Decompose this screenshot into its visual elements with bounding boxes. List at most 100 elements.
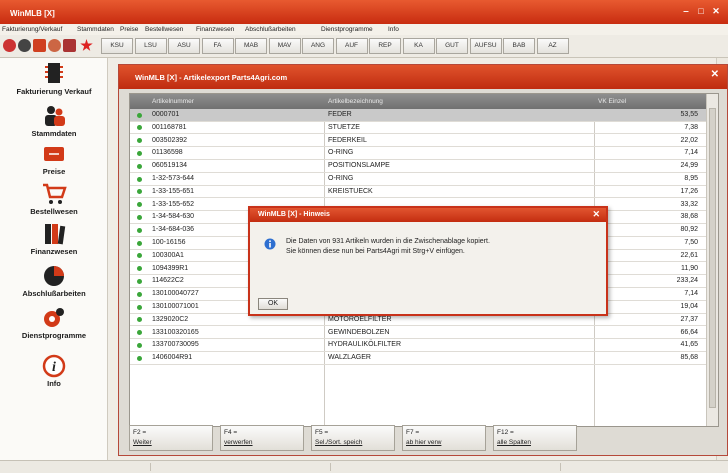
- close-icon[interactable]: ✕: [592, 209, 600, 220]
- menu-abschlussarbeiten[interactable]: Abschlußarbeiten: [245, 26, 296, 33]
- module-button-fa[interactable]: FA: [201, 38, 234, 54]
- sidebar-item-label: Stammdaten: [31, 129, 77, 138]
- ok-button[interactable]: OK: [258, 298, 288, 310]
- table-row[interactable]: 060519134 POSITIONSLAMPE 24,99: [130, 160, 706, 173]
- function-label: verwerfen: [224, 439, 253, 446]
- function-label: ab hier verw: [406, 439, 442, 446]
- cell-vk: 233,24: [676, 277, 698, 285]
- cell-artikelnummer: 1-32-573-644: [152, 175, 195, 182]
- module-button-mav[interactable]: MAV: [268, 38, 301, 54]
- status-divider: [330, 463, 331, 471]
- sidebar-item-label: Bestellwesen: [30, 207, 78, 216]
- star-icon[interactable]: [80, 39, 93, 51]
- status-dot-icon: [137, 291, 142, 297]
- window-title: WinMLB [X]: [10, 9, 55, 18]
- sidebar-item-fakturierung[interactable]: Fakturierung Verkauf: [0, 62, 108, 96]
- grid-scrollbar[interactable]: [706, 94, 718, 426]
- menu-dienstprogramme[interactable]: Dienstprogramme: [321, 26, 373, 33]
- table-row[interactable]: 0000701 FEDER 53,55: [130, 109, 706, 122]
- cell-bezeichnung: WALZLAGER: [328, 354, 371, 362]
- module-button-aufsu[interactable]: AUFSU: [469, 38, 502, 54]
- tools-icon: [44, 308, 64, 327]
- function-button-f12[interactable]: F12 = alle Spalten: [493, 425, 577, 451]
- statusbar: [0, 460, 728, 473]
- tool-icon-5[interactable]: [63, 39, 76, 52]
- maximize-icon[interactable]: □: [695, 5, 707, 17]
- status-dot-icon: [137, 202, 142, 208]
- table-row[interactable]: 133700730095 HYDRAULIKÖLFILTER 41,65: [130, 339, 706, 352]
- sidebar-item-label: Preise: [42, 167, 66, 176]
- status-dot-icon: [137, 278, 142, 284]
- function-key: F2 =: [133, 429, 147, 436]
- sidebar-item-preise[interactable]: Preise: [0, 142, 108, 176]
- cell-vk: 17,26: [680, 187, 698, 195]
- menu-stammdaten[interactable]: Stammdaten: [77, 26, 114, 33]
- column-header-bezeichnung[interactable]: Artikelbezeichnung: [328, 98, 383, 105]
- scroll-thumb[interactable]: [709, 108, 716, 408]
- status-dot-icon: [137, 253, 142, 259]
- sidebar-item-bestellwesen[interactable]: Bestellwesen: [0, 182, 108, 216]
- tool-icon-2[interactable]: [18, 39, 31, 52]
- cell-artikelnummer: 1-33-155-652: [152, 200, 195, 208]
- column-header-artikelnummer[interactable]: Artikelnummer: [152, 98, 194, 105]
- sidebar-item-label: Info: [47, 379, 61, 388]
- menu-info[interactable]: Info: [388, 26, 399, 33]
- table-row[interactable]: 001168781 STUETZE 7,38: [130, 122, 706, 135]
- cell-bezeichnung: GEWINDEBOLZEN: [328, 328, 390, 336]
- cell-artikelnummer: 133700730095: [152, 341, 199, 349]
- dialog-message-line2: Sie können diese nun bei Parts4Agri mit …: [286, 248, 465, 255]
- sidebar-item-stammdaten[interactable]: Stammdaten: [0, 104, 108, 138]
- status-dot-icon: [137, 240, 142, 246]
- cell-bezeichnung: O-RING: [328, 175, 354, 182]
- tool-icon-3[interactable]: [33, 39, 46, 52]
- sidebar-item-finanzwesen[interactable]: Finanzwesen: [0, 222, 108, 256]
- table-row[interactable]: 1-32-573-644 O-RING 8,95: [130, 173, 706, 186]
- sidebar-item-abschlussarbeiten[interactable]: Abschlußarbeiten: [0, 264, 108, 298]
- module-button-bab[interactable]: BAB: [503, 38, 535, 54]
- module-button-gut[interactable]: GUT: [436, 38, 468, 54]
- window-controls: ‒ □ ✕: [680, 5, 722, 17]
- module-button-ksu[interactable]: KSU: [101, 38, 133, 54]
- menu-finanzwesen[interactable]: Finanzwesen: [196, 26, 234, 33]
- table-row[interactable]: 133100320165 GEWINDEBOLZEN 66,64: [130, 327, 706, 340]
- function-button-f7[interactable]: F7 = ab hier verw: [402, 425, 486, 451]
- sidebar: Fakturierung Verkauf Stammdaten Preise B…: [0, 58, 108, 460]
- module-button-mab[interactable]: MAB: [235, 38, 267, 54]
- minimize-icon[interactable]: ‒: [680, 5, 692, 17]
- module-button-rep[interactable]: REP: [369, 38, 401, 54]
- table-row[interactable]: 003502392 FEDERKEIL 22,02: [130, 135, 706, 148]
- cell-vk: 80,92: [680, 226, 698, 234]
- module-button-lsu[interactable]: LSU: [134, 38, 167, 54]
- sidebar-item-label: Fakturierung Verkauf: [16, 87, 92, 96]
- module-button-ang[interactable]: ANG: [302, 38, 334, 54]
- cell-vk: 22,61: [680, 251, 698, 259]
- module-button-az[interactable]: AZ: [536, 38, 569, 54]
- function-button-f4[interactable]: F4 = verwerfen: [220, 425, 304, 451]
- cell-artikelnummer: 133100320165: [152, 328, 199, 336]
- cell-vk: 7,14: [684, 290, 698, 298]
- column-header-vk[interactable]: VK Einzel: [598, 98, 626, 105]
- cell-vk: 8,95: [684, 175, 698, 182]
- module-button-auf[interactable]: AUF: [335, 38, 368, 54]
- table-row[interactable]: 1406004R91 WALZLAGER 85,68: [130, 352, 706, 365]
- close-icon[interactable]: ✕: [711, 69, 719, 80]
- tool-icon-4[interactable]: [48, 39, 61, 52]
- menubar: Fakturierung/Verkauf Stammdaten Preise B…: [0, 24, 728, 35]
- function-button-f5[interactable]: F5 = Sel./Sort. speich: [311, 425, 395, 451]
- table-row[interactable]: 01136598 O-RING 7,14: [130, 147, 706, 160]
- module-button-ka[interactable]: KA: [402, 38, 435, 54]
- table-row[interactable]: 1-33-155-651 KREISTUECK 17,26: [130, 186, 706, 199]
- menu-fakturierung[interactable]: Fakturierung/Verkauf: [2, 26, 62, 33]
- status-dot-icon: [137, 227, 142, 233]
- close-icon[interactable]: ✕: [710, 5, 722, 17]
- menu-bestellwesen[interactable]: Bestellwesen: [145, 26, 183, 33]
- sidebar-item-dienstprogramme[interactable]: Dienstprogramme: [0, 306, 108, 340]
- cell-vk: 24,99: [680, 162, 698, 170]
- menu-preise[interactable]: Preise: [120, 26, 138, 33]
- tool-icon-1[interactable]: [3, 39, 16, 52]
- module-button-asu[interactable]: ASU: [168, 38, 200, 54]
- finance-binders-icon: [45, 224, 66, 245]
- sidebar-item-info[interactable]: i Info: [0, 354, 108, 388]
- cell-vk: 41,65: [680, 341, 698, 349]
- function-button-f2[interactable]: F2 = Weiter: [129, 425, 213, 451]
